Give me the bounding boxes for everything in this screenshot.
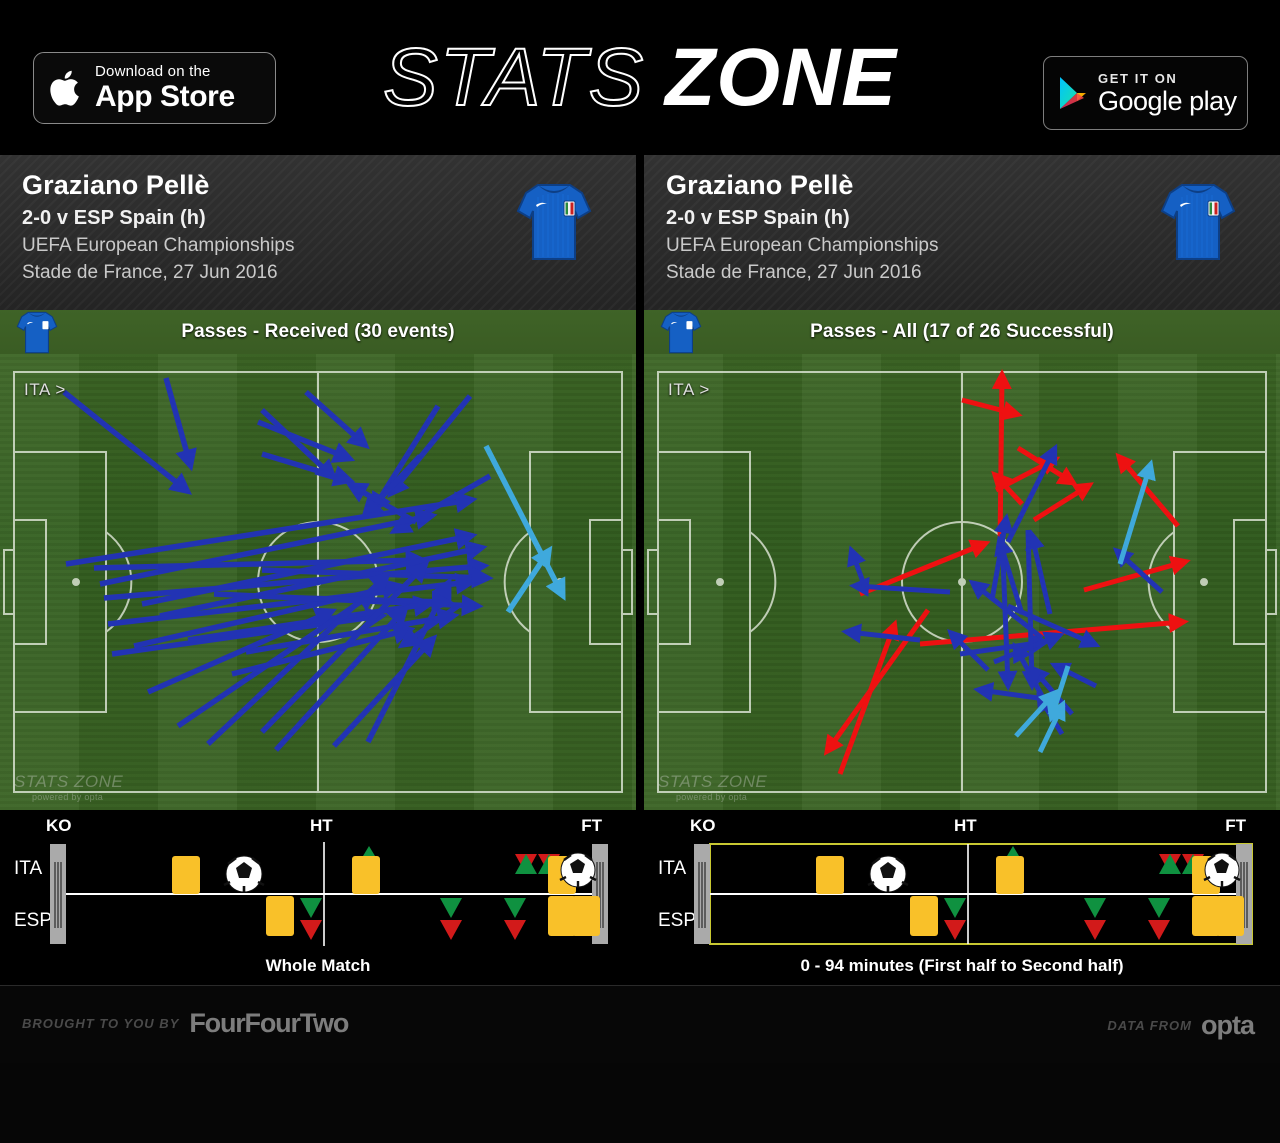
watermark-subtitle-right: powered by opta	[676, 792, 748, 802]
pass-arrows-right	[823, 369, 1191, 775]
watermark-title: STATS ZONE	[14, 772, 124, 791]
timeline-ft-label: FT	[581, 816, 602, 835]
google-play-label: GET IT ON Google play	[1098, 72, 1237, 115]
timeline-body-right[interactable]: ITA ESP	[644, 838, 1280, 950]
panel-divider	[636, 155, 644, 985]
direction-label-left: ITA >	[24, 380, 66, 399]
timeline-caption-left: Whole Match	[265, 956, 371, 975]
match-info-right: Graziano Pellè 2-0 v ESP Spain (h) UEFA …	[644, 155, 1280, 310]
opta-logo: opta	[1201, 1010, 1255, 1040]
team-shirt-icon	[512, 177, 596, 270]
pitch-left[interactable]: ITA > STATS ZONE powered by opta	[0, 354, 636, 810]
timeline-marks-right: KO HT FT	[644, 816, 1280, 838]
goal-icon-2	[559, 852, 597, 888]
pitch-title-left: Passes - Received (30 events)	[181, 321, 455, 342]
app-store-big-text: App Store	[95, 80, 235, 113]
pitch-title-bar-left: Passes - Received (30 events)	[0, 310, 636, 354]
pass-arrows-left	[62, 377, 566, 752]
goal-icon	[223, 855, 265, 893]
match-info-left: Graziano Pellè 2-0 v ESP Spain (h) UEFA …	[0, 155, 636, 310]
pitch-right[interactable]: ITA > STATS ZONE powered by opta	[644, 354, 1280, 810]
pitch-container-left: Passes - Received (30 events) ITA > STAT…	[0, 310, 636, 810]
pitch-container-right: Passes - All (17 of 26 Successful) ITA >	[644, 310, 1280, 810]
logo-zone-text: ZONE	[665, 32, 897, 123]
panels-container: Graziano Pellè 2-0 v ESP Spain (h) UEFA …	[0, 155, 1280, 985]
panel-passes-received: Graziano Pellè 2-0 v ESP Spain (h) UEFA …	[0, 155, 636, 985]
watermark-title-right: STATS ZONE	[658, 772, 768, 791]
apple-icon	[50, 67, 84, 109]
app-store-label: Download on the App Store	[95, 64, 235, 112]
pitch-title-right: Passes - All (17 of 26 Successful)	[810, 321, 1114, 342]
timeline-ko-label: KO	[46, 816, 72, 835]
timeline-caption-right: 0 - 94 minutes (First half to Second hal…	[800, 956, 1124, 975]
google-play-badge[interactable]: GET IT ON Google play	[1043, 56, 1248, 130]
footer-brand-left: BROUGHT TO YOU BY FourFourTwo	[22, 1008, 349, 1039]
timeline-ht-label: HT	[310, 816, 333, 835]
timeline-marks-left: KO HT FT	[0, 816, 636, 838]
timeline-ft-label-right: FT	[1225, 816, 1246, 835]
google-play-small-text: GET IT ON	[1098, 70, 1178, 86]
stats-zone-page: Download on the App Store STATS ZONE GET…	[0, 0, 1280, 1143]
page-footer: BROUGHT TO YOU BY FourFourTwo DATA FROM …	[0, 985, 1280, 1063]
app-store-small-text: Download on the	[95, 63, 211, 80]
pitch-watermark-right: STATS ZONE powered by opta	[658, 773, 767, 802]
panel-passes-all: Graziano Pellè 2-0 v ESP Spain (h) UEFA …	[644, 155, 1280, 985]
timeline-graphics-left	[50, 842, 608, 946]
google-play-icon	[1058, 76, 1088, 110]
footer-data-from-label: DATA FROM	[1107, 1018, 1192, 1033]
team-shirt-icon-right	[1156, 177, 1240, 270]
fourfourtwo-logo: FourFourTwo	[189, 1008, 349, 1038]
footer-brand-right: DATA FROM opta	[1107, 1010, 1255, 1041]
timeline-body-left[interactable]: ITA ESP	[0, 838, 636, 950]
timeline-left[interactable]: KO HT FT ITA ESP Whole Match	[0, 810, 636, 985]
stats-zone-logo: STATS ZONE	[320, 26, 960, 130]
timeline-graphics-right	[694, 843, 1253, 945]
google-play-big-text: Google play	[1098, 85, 1237, 116]
watermark-subtitle: powered by opta	[32, 792, 104, 802]
logo-stats-text: STATS	[382, 32, 646, 123]
timeline-ko-label-right: KO	[690, 816, 716, 835]
footer-brought-by-label: BROUGHT TO YOU BY	[22, 1016, 180, 1031]
pitch-title-bar-right: Passes - All (17 of 26 Successful)	[644, 310, 1280, 354]
timeline-ht-label-right: HT	[954, 816, 977, 835]
app-header: Download on the App Store STATS ZONE GET…	[0, 0, 1280, 155]
pitch-watermark-left: STATS ZONE powered by opta	[14, 773, 123, 802]
timeline-right[interactable]: KO HT FT ITA ESP 0 - 94 minutes (First h…	[644, 810, 1280, 985]
app-store-badge[interactable]: Download on the App Store	[33, 52, 276, 124]
direction-label-right: ITA >	[668, 380, 710, 399]
